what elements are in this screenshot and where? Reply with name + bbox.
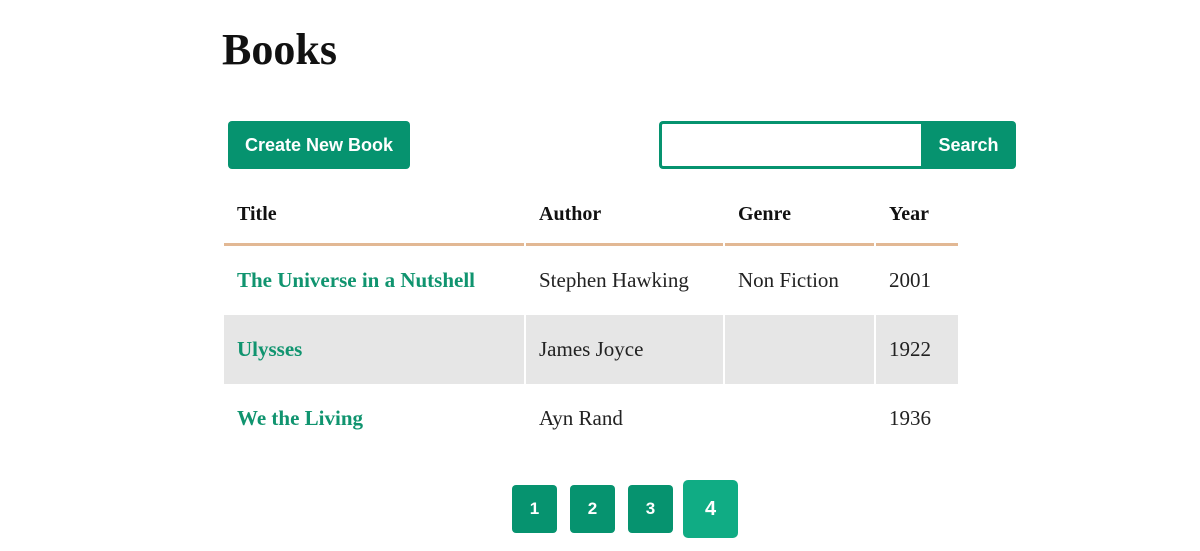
page-button-4-current[interactable]: 4 bbox=[683, 480, 738, 538]
books-page: Books Create New Book Search Title Autho… bbox=[0, 0, 1200, 551]
column-header-title[interactable]: Title bbox=[224, 186, 524, 246]
author-cell: Stephen Hawking bbox=[539, 268, 689, 292]
create-new-book-button[interactable]: Create New Book bbox=[228, 121, 410, 169]
title-cell: The Universe in a Nutshell bbox=[224, 246, 524, 315]
book-title-link[interactable]: We the Living bbox=[237, 406, 363, 430]
genre-cell: Non Fiction bbox=[738, 268, 839, 292]
genre-cell bbox=[725, 384, 874, 453]
column-header-genre[interactable]: Genre bbox=[725, 186, 874, 246]
year-cell: 2001 bbox=[889, 268, 931, 292]
page-button-1[interactable]: 1 bbox=[512, 485, 557, 533]
year-cell: 1936 bbox=[889, 406, 931, 430]
book-title-link[interactable]: Ulysses bbox=[237, 337, 302, 361]
table-header-row: Title Author Genre Year bbox=[224, 186, 958, 246]
page-title: Books bbox=[222, 25, 337, 74]
author-cell: James Joyce bbox=[526, 315, 723, 384]
page-button-2[interactable]: 2 bbox=[570, 485, 615, 533]
column-header-year[interactable]: Year bbox=[876, 186, 958, 246]
search-input[interactable] bbox=[659, 121, 923, 169]
search-button[interactable]: Search bbox=[921, 121, 1016, 169]
year-cell: 1922 bbox=[876, 315, 958, 384]
title-cell: We the Living bbox=[224, 384, 524, 453]
table-row: We the Living Ayn Rand 1936 bbox=[224, 384, 958, 453]
author-cell: Ayn Rand bbox=[539, 406, 623, 430]
column-header-author[interactable]: Author bbox=[526, 186, 723, 246]
books-table: Title Author Genre Year The Universe in … bbox=[222, 186, 960, 453]
table-row: The Universe in a Nutshell Stephen Hawki… bbox=[224, 246, 958, 315]
book-title-link[interactable]: The Universe in a Nutshell bbox=[237, 268, 475, 292]
title-cell: Ulysses bbox=[224, 315, 524, 384]
table-row: Ulysses James Joyce 1922 bbox=[224, 315, 958, 384]
page-button-3[interactable]: 3 bbox=[628, 485, 673, 533]
genre-cell bbox=[725, 315, 874, 384]
